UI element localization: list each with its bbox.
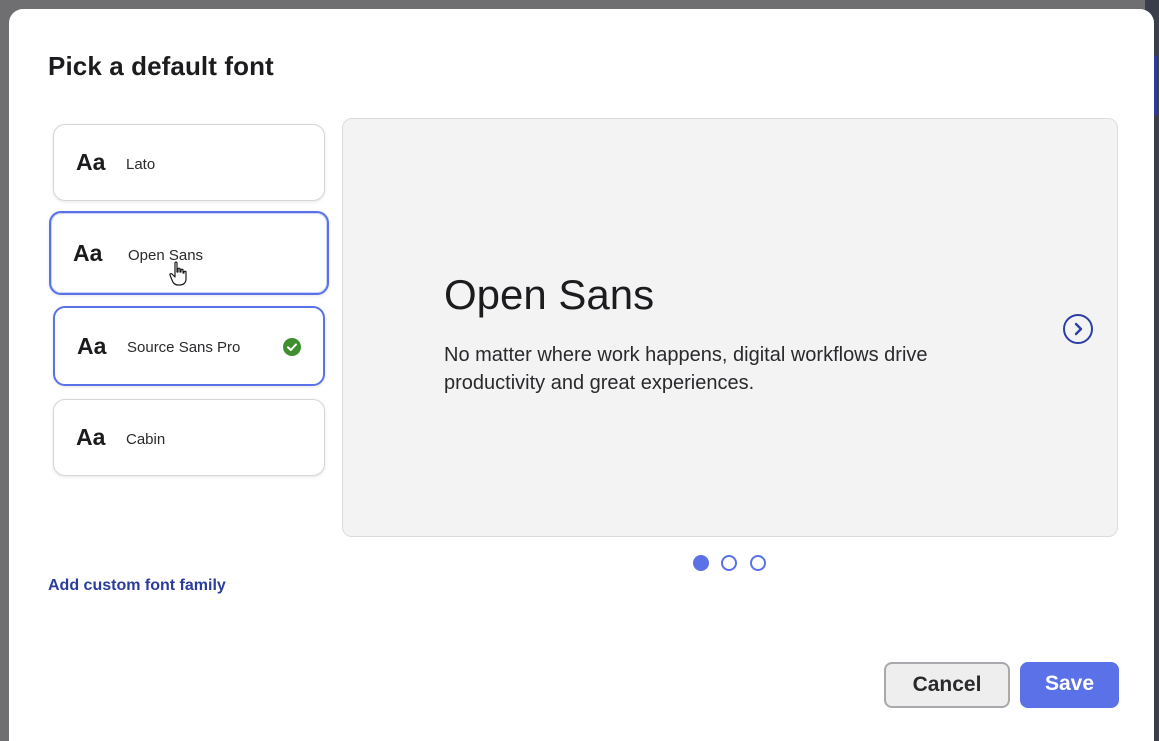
font-sample: Aa [76,424,106,450]
dialog-title: Pick a default font [48,51,274,81]
font-sample: Aa [73,240,103,266]
font-option-source-sans-pro[interactable]: Aa Source Sans Pro [53,306,325,386]
font-name: Source Sans Pro [127,339,241,356]
preview-pagination [693,555,773,573]
preview-font-name: Open Sans [444,271,655,318]
pagination-dot-2[interactable] [721,555,737,571]
check-circle-icon [283,338,301,356]
font-preview-panel: Open Sans No matter where work happens, … [342,118,1118,537]
preview-sample-text: No matter where work happens, digital wo… [444,344,928,394]
font-option-open-sans[interactable]: Aa Open Sans [49,211,329,295]
pagination-dot-3[interactable] [750,555,766,571]
font-sample: Aa [77,333,107,359]
hand-pointer-icon [169,261,187,286]
font-picker-dialog: Pick a default font Aa Lato Aa Open Sans… [9,9,1154,741]
font-name: Open Sans [128,247,204,264]
save-button[interactable]: Save [1020,662,1119,708]
font-name: Lato [126,156,156,173]
font-name: Cabin [126,431,166,448]
cancel-button[interactable]: Cancel [884,662,1010,708]
pagination-dot-1[interactable] [693,555,709,571]
font-option-cabin[interactable]: Aa Cabin [53,399,325,476]
font-option-lato[interactable]: Aa Lato [53,124,325,201]
font-sample: Aa [76,149,106,175]
chevron-right-circle-icon[interactable] [1063,314,1093,344]
add-custom-font-link[interactable]: Add custom font family [48,577,226,595]
